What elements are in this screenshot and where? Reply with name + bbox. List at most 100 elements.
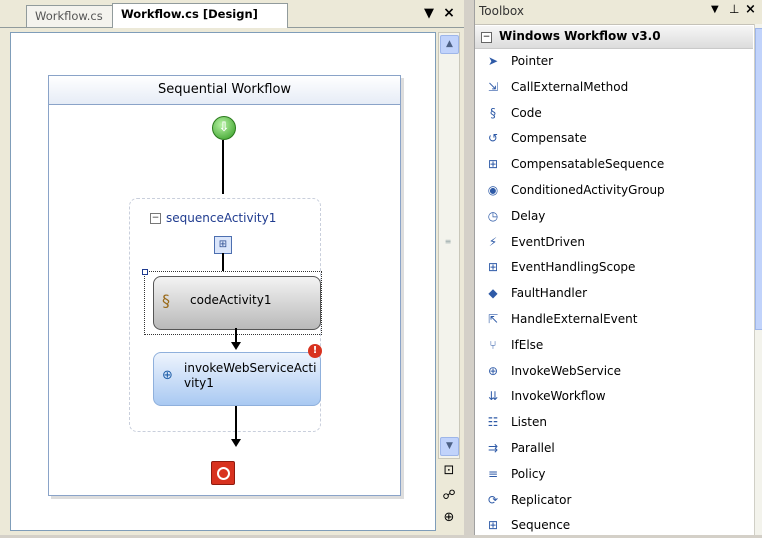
scroll-up-icon[interactable]: ▲ [440, 35, 459, 54]
sequence-icon: ⊞ [487, 518, 499, 533]
listen-icon: ☷ [487, 415, 499, 430]
connector-arrow [231, 342, 241, 350]
invoke-web-service-activity[interactable]: ⊕ invokeWebServiceActivity1 [153, 352, 321, 406]
sequence-activity-header: − sequenceActivity1 [150, 211, 276, 225]
toolbox-item-label: Sequence [511, 518, 571, 533]
connector-line [235, 328, 237, 342]
window-position-dropdown-icon[interactable]: ▼ [711, 4, 719, 15]
vertical-scrollbar[interactable]: ▲ ≡ ▼ [438, 32, 460, 459]
delay-icon: ◷ [487, 208, 499, 223]
selection-handle[interactable] [142, 269, 148, 275]
toolbox-item[interactable]: ⇉ Parallel [475, 437, 753, 461]
toolbox-item[interactable]: ⇊ InvokeWorkflow [475, 385, 753, 409]
toolbox-item[interactable]: ⚡ EventDriven [475, 231, 753, 255]
fault-handler-icon: ◆ [488, 286, 498, 301]
toolbox-item-label: InvokeWorkflow [511, 389, 606, 404]
toolbox-item[interactable]: § Code [475, 102, 753, 126]
event-driven-icon: ⚡ [488, 234, 498, 249]
conditioned-activity-group-icon: ◉ [487, 183, 499, 197]
toolbox-item-label: CallExternalMethod [511, 79, 629, 94]
toolbox-item[interactable]: ⇱ HandleExternalEvent [475, 308, 753, 332]
toolbox-item[interactable]: ◷ Delay [475, 205, 753, 229]
scroll-down-icon[interactable]: ▼ [440, 437, 459, 456]
workflow-end-icon [211, 461, 235, 485]
if-else-icon: ⑂ [489, 337, 497, 352]
tab-list-dropdown-icon[interactable]: ▼ [422, 7, 436, 21]
scroll-thumb[interactable] [755, 28, 762, 330]
close-document-icon[interactable]: × [442, 6, 456, 20]
toolbox-item[interactable]: ↺ Compensate [475, 127, 753, 151]
invoke-activity-label: invokeWebServiceActivity1 [184, 361, 317, 390]
collapse-section-icon[interactable]: − [481, 32, 492, 43]
handle-external-event-icon: ⇱ [487, 312, 499, 326]
toolbox-section-label: Windows Workflow v3.0 [499, 29, 661, 43]
toolbox-titlebar: Toolbox ▼ ⊥ × [475, 0, 762, 25]
error-badge-icon[interactable]: ! [308, 344, 322, 358]
zoom-icon[interactable]: ⊡ [440, 462, 458, 480]
toolbox-item[interactable]: ⇲ CallExternalMethod [475, 76, 753, 100]
toolbox-section-header[interactable]: − Windows Workflow v3.0 [475, 26, 753, 49]
toolbox-scrollbar[interactable] [754, 24, 762, 535]
toolbox-item[interactable]: ☷ Listen [475, 411, 753, 435]
sequence-icon: ⊞ [214, 236, 232, 254]
toolbox-item[interactable]: ◆ FaultHandler [475, 282, 753, 306]
toolbox-item-label: Replicator [511, 492, 572, 507]
collapse-toggle-icon[interactable]: − [150, 213, 161, 224]
toolbox-item-label: Compensate [511, 131, 587, 146]
workflow-title: Sequential Workflow [49, 76, 400, 105]
invoke-web-service-icon: ⊕ [487, 363, 499, 378]
toolbox-item-label: InvokeWebService [511, 363, 622, 378]
call-external-method-icon: ⇲ [487, 79, 499, 94]
sequential-workflow[interactable]: Sequential Workflow ⇩ − sequenceActivity1… [48, 75, 401, 496]
toolbox-item-label: FaultHandler [511, 286, 588, 301]
toolbox-item-label: Delay [511, 208, 546, 223]
close-toolbox-icon[interactable]: × [745, 2, 756, 17]
toolbox-item[interactable]: ◉ ConditionedActivityGroup [475, 179, 753, 203]
toolbox-item-label: EventDriven [511, 234, 585, 249]
toolbox-item[interactable]: ⊞ EventHandlingScope [475, 256, 753, 280]
toolbox-item-label: CompensatableSequence [511, 157, 665, 172]
code-activity-label: codeActivity1 [190, 293, 272, 307]
toolbox-item-label: Policy [511, 466, 546, 481]
tab-workflow-design[interactable]: Workflow.cs [Design] [112, 3, 288, 28]
toolbox-item[interactable]: ⊞ CompensatableSequence [475, 153, 753, 177]
scroll-grip-icon[interactable]: ≡ [444, 238, 452, 246]
toolbox-item-label: Code [511, 105, 542, 120]
toolbox-title: Toolbox [479, 4, 524, 18]
toolbox-item-label: EventHandlingScope [511, 260, 636, 275]
toolbox-item[interactable]: ⊕ InvokeWebService [475, 360, 753, 384]
replicator-icon: ⟳ [487, 492, 499, 507]
sequence-activity-label: sequenceActivity1 [166, 211, 277, 225]
workflow-canvas[interactable]: Sequential Workflow ⇩ − sequenceActivity1… [10, 32, 436, 531]
toolbox-item[interactable]: ➤ Pointer [475, 50, 753, 74]
toolbox-pane: Toolbox ▼ ⊥ × − Windows Workflow v3.0 ➤ P… [474, 0, 762, 535]
toolbox-item[interactable]: ⟳ Replicator [475, 489, 753, 513]
connector-line [222, 253, 224, 271]
code-activity[interactable]: § codeActivity1 [153, 276, 321, 330]
policy-icon: ≡ [487, 466, 499, 481]
workflow-start-icon: ⇩ [212, 116, 236, 140]
connector-line [222, 140, 224, 194]
toolbox-item[interactable]: ≡ Policy [475, 463, 753, 487]
code-activity-icon: § [162, 291, 170, 310]
toolbox-item[interactable]: ⊞ Sequence [475, 514, 753, 538]
toolbox-item-label: HandleExternalEvent [511, 312, 638, 326]
binoculars-icon[interactable]: ☍ [440, 487, 458, 505]
toolbox-item[interactable]: ⑂ IfElse [475, 334, 753, 358]
toolbox-item-label: Listen [511, 415, 547, 430]
code-icon: § [490, 105, 496, 120]
toolbox-item-label: Parallel [511, 441, 555, 455]
invoke-workflow-icon: ⇊ [487, 389, 499, 404]
parallel-icon: ⇉ [487, 441, 499, 455]
auto-hide-pin-icon[interactable]: ⊥ [729, 2, 739, 16]
pointer-icon: ➤ [487, 54, 499, 68]
connector-arrow [231, 439, 241, 447]
document-tabstrip: Workflow.cs Workflow.cs [Design] ▼ × [0, 0, 464, 28]
pan-icon[interactable]: ⊕ [440, 509, 458, 527]
compensatable-sequence-icon: ⊞ [487, 157, 499, 172]
invoke-web-service-icon: ⊕ [162, 368, 173, 383]
toolbox-item-label: ConditionedActivityGroup [511, 183, 665, 197]
compensate-icon: ↺ [487, 131, 499, 146]
designer-pane: Workflow.cs Workflow.cs [Design] ▼ × Seq… [0, 0, 464, 535]
connector-line [235, 406, 237, 439]
